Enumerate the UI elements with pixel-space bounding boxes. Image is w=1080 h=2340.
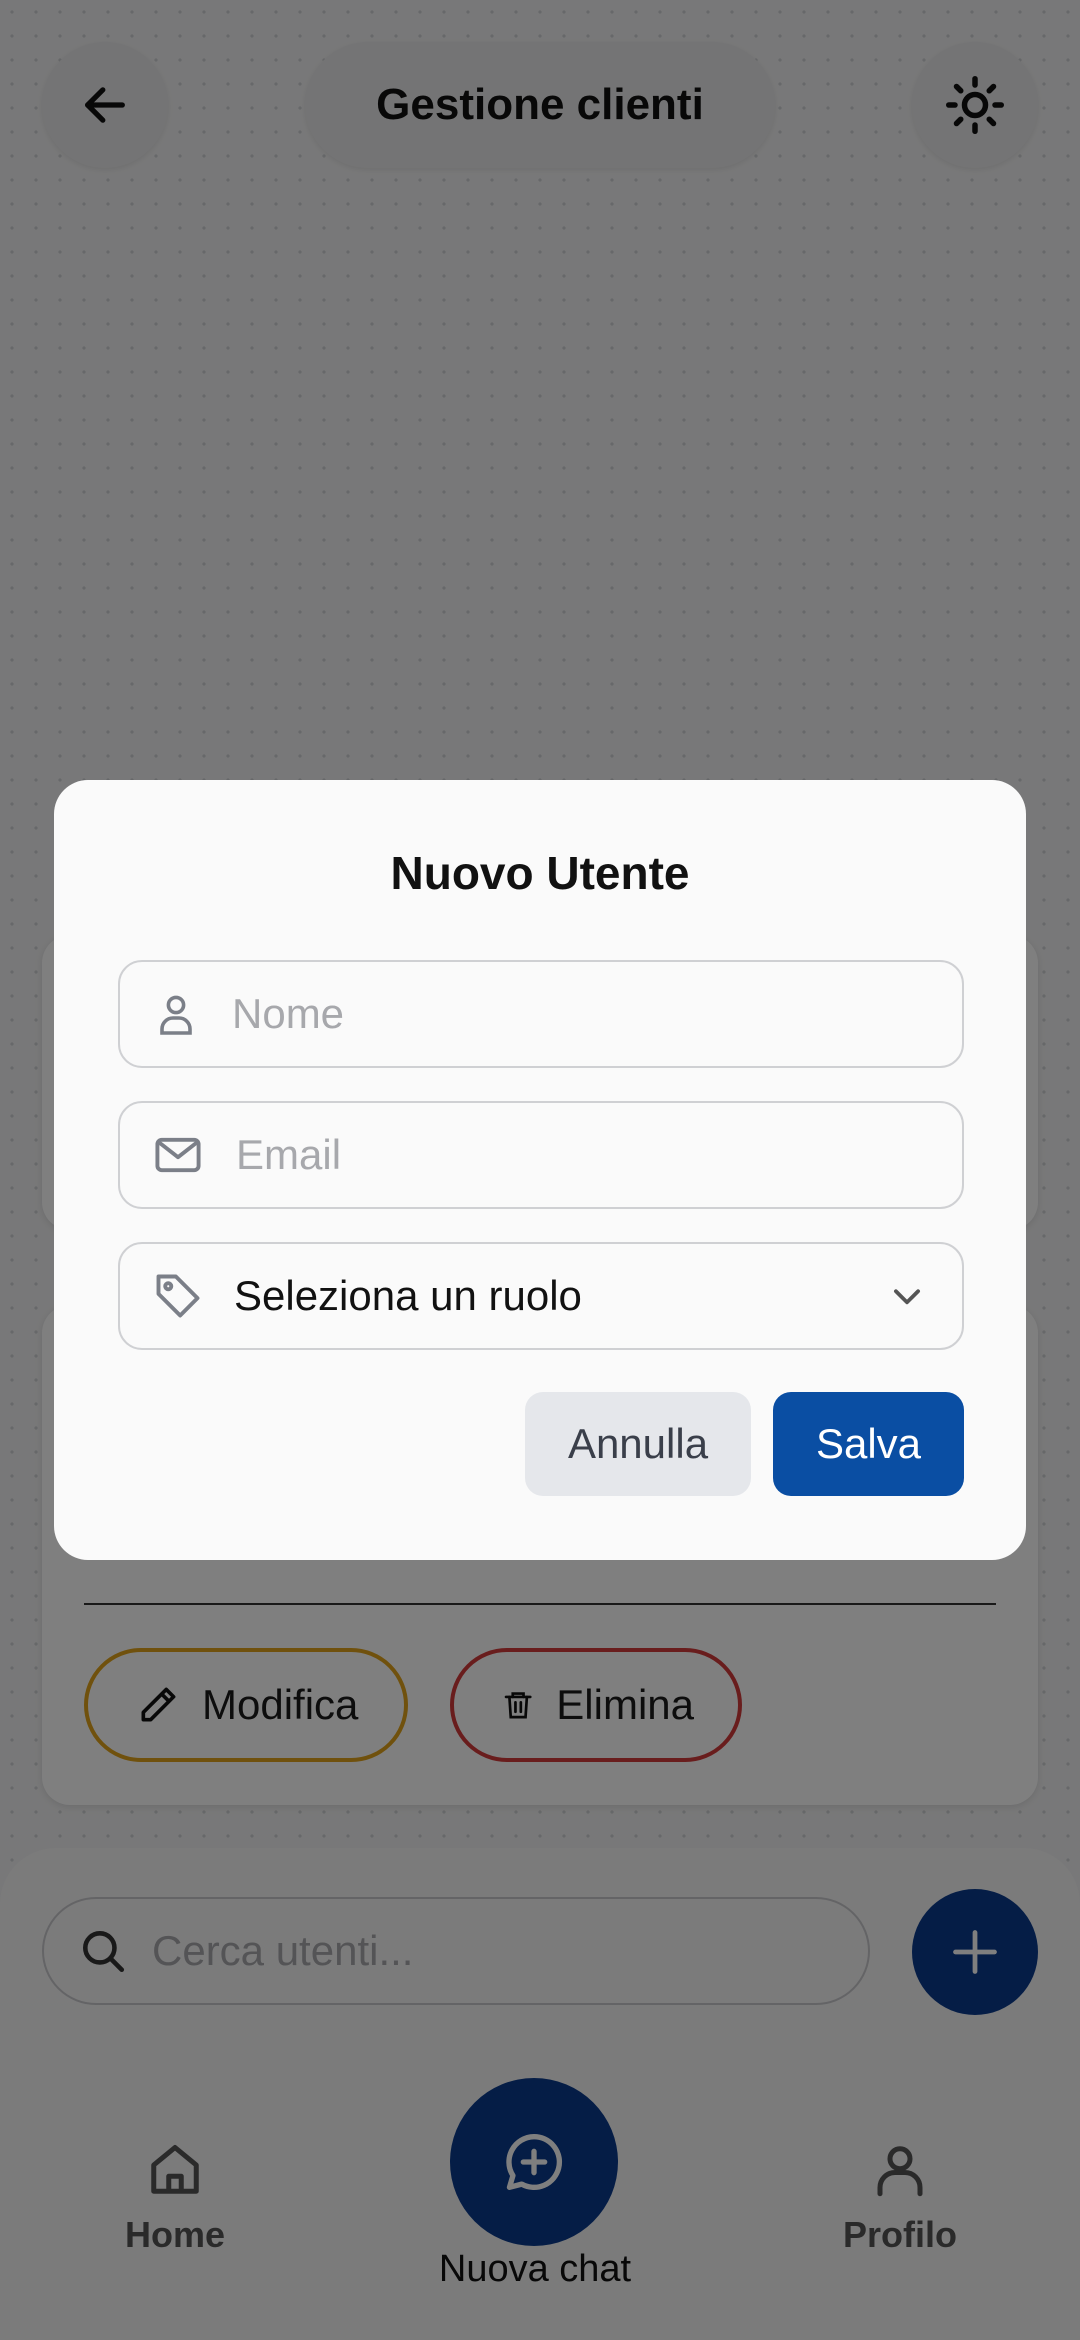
dialog-title: Nuovo Utente	[390, 847, 690, 899]
role-select[interactable]: Seleziona un ruolo	[118, 1242, 964, 1350]
cancel-button[interactable]: Annulla	[525, 1392, 751, 1496]
user-icon	[160, 995, 192, 1035]
email-input[interactable]	[234, 1130, 938, 1180]
tag-icon	[156, 1274, 200, 1318]
mail-icon	[155, 1137, 201, 1173]
name-field[interactable]	[118, 960, 964, 1068]
save-button[interactable]: Salva	[773, 1392, 964, 1496]
chevron-down-icon	[894, 1289, 920, 1305]
name-input[interactable]	[230, 989, 934, 1039]
new-user-dialog: Nuovo Utente Seleziona un ruolo Annulla …	[54, 780, 1026, 1560]
email-field[interactable]	[118, 1101, 964, 1209]
role-select-value: Seleziona un ruolo	[234, 1272, 582, 1319]
